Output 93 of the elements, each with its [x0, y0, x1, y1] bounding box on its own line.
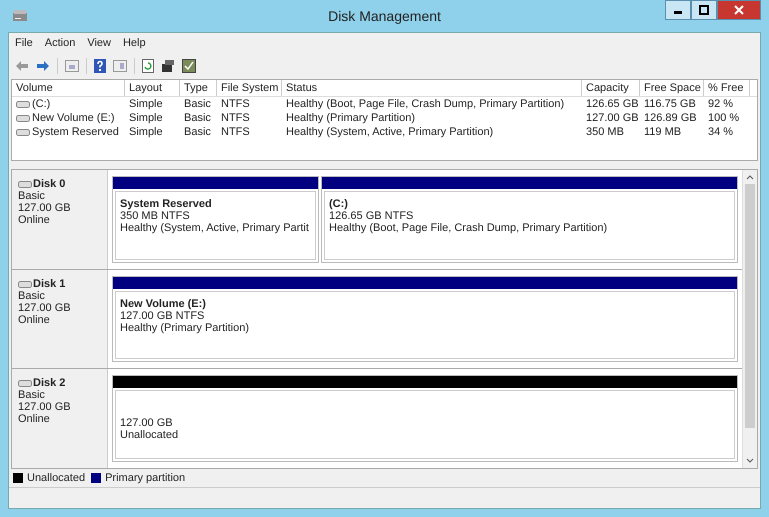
scrollbar[interactable] [742, 170, 757, 468]
column-header[interactable]: Status [282, 80, 582, 96]
table-cell: Simple [129, 126, 163, 138]
pane-icon [65, 60, 79, 72]
table-cell: Simple [129, 112, 163, 124]
table-cell: (C:) [32, 98, 50, 110]
disk-size: 127.00 GB [18, 302, 71, 314]
table-cell: NTFS [221, 112, 250, 124]
menu-item[interactable]: Action [44, 37, 76, 51]
disk-status: Online [18, 314, 50, 326]
partition-size: 350 MB NTFS [120, 210, 190, 222]
forward-button[interactable] [34, 59, 52, 73]
disk-status: Online [18, 413, 50, 426]
table-cell: 126.89 GB [644, 112, 697, 124]
disk-type: Basic [18, 389, 45, 402]
table-cell: 34 % [708, 126, 734, 138]
drive-icon [18, 280, 32, 288]
menu-item[interactable]: File [15, 37, 33, 51]
window-title: Disk Management [328, 8, 441, 24]
partition-size: 126.65 GB NTFS [329, 210, 414, 222]
table-cell: Basic [184, 98, 211, 110]
table-cell: New Volume (E:) [32, 112, 115, 124]
help-button[interactable] [92, 58, 108, 74]
column-header[interactable]: Capacity [582, 80, 640, 96]
partition-name: (C:) [329, 198, 348, 210]
refresh-button[interactable] [140, 58, 156, 74]
table-cell: Healthy (System, Active, Primary Partition) [286, 126, 494, 138]
disk-size: 127.00 GB [18, 202, 71, 214]
help-icon [94, 59, 106, 73]
disk-type: Basic [18, 290, 45, 302]
drive-icon [16, 128, 30, 136]
close-button[interactable] [717, 0, 761, 20]
drive-icon [18, 379, 32, 388]
disk-name: Disk 1 [33, 278, 66, 290]
partition-block[interactable]: (C:) 126.65 GB NTFS Healthy (Boot, Page File, Crash Dump, Primary Partition) [324, 191, 735, 260]
table-cell: 119 MB [644, 126, 682, 138]
column-header[interactable]: File System [217, 80, 282, 96]
partition-status: Healthy (System, Active, Primary Partit [120, 222, 309, 234]
column-header[interactable]: Type [180, 80, 217, 96]
drive-icon [16, 100, 30, 108]
refresh-document-icon [142, 59, 154, 73]
table-cell: 100 % [708, 112, 740, 124]
column-header[interactable]: % Free [704, 80, 750, 96]
legend-label: Primary partition [105, 472, 186, 484]
table-cell: Basic [184, 112, 211, 124]
column-header[interactable]: Layout [125, 80, 180, 96]
minimize-button[interactable] [665, 0, 691, 20]
table-cell: Simple [129, 98, 163, 110]
table-cell: System Reserved [32, 126, 119, 138]
table-cell: NTFS [221, 126, 250, 138]
partition-block[interactable]: System Reserved 350 MB NTFS Healthy (System, Active, Primary Partit [115, 191, 316, 260]
partition-size: 127.00 GB NTFS [120, 310, 204, 322]
table-cell: 126.65 GB [586, 98, 639, 110]
disk-name: Disk 0 [33, 178, 66, 190]
partition-name: System Reserved [120, 198, 212, 210]
scroll-up-icon [746, 174, 754, 180]
properties-button[interactable] [159, 58, 177, 74]
table-cell: 92 % [708, 98, 734, 110]
disk-size: 127.00 GB [18, 401, 71, 414]
partition-block[interactable]: 127.00 GB Unallocated [115, 390, 735, 460]
disk-name: Disk 2 [33, 377, 66, 390]
scroll-down-icon [746, 458, 754, 464]
close-icon [734, 5, 744, 15]
scroll-thumb[interactable] [745, 184, 755, 428]
forward-arrow-icon [36, 60, 50, 72]
column-header[interactable]: Free Space [640, 80, 704, 96]
pane-icon [113, 60, 127, 72]
disk-status: Online [18, 214, 50, 226]
table-cell: 350 MB [586, 126, 624, 138]
disk-drive-icon [12, 9, 28, 23]
table-cell: 127.00 GB [586, 112, 639, 124]
column-header[interactable]: Volume [12, 80, 125, 96]
table-cell: Healthy (Boot, Page File, Crash Dump, Primary Partition) [286, 98, 564, 110]
settings-button[interactable] [180, 58, 198, 74]
table-cell: Healthy (Primary Partition) [286, 112, 415, 124]
partition-status: Healthy (Boot, Page File, Crash Dump, Primary Partition) [329, 222, 608, 234]
back-arrow-icon [15, 60, 29, 72]
drive-icon [16, 114, 30, 122]
partition-size: 127.00 GB [120, 417, 173, 430]
partition-status: Unallocated [120, 429, 178, 442]
maximize-icon [699, 5, 709, 15]
legend-label: Unallocated [27, 472, 86, 484]
maximize-button[interactable] [691, 0, 717, 20]
partition-name: New Volume (E:) [120, 298, 206, 310]
partition-block[interactable]: New Volume (E:) 127.00 GB NTFS Healthy (Primary Partition) [115, 290, 735, 360]
table-cell: Basic [184, 126, 211, 138]
partition-status: Healthy (Primary Partition) [120, 322, 249, 334]
drive-icon [18, 180, 32, 188]
table-cell: 116.75 GB [644, 98, 696, 110]
disk-type: Basic [18, 190, 45, 202]
table-cell: NTFS [221, 98, 250, 110]
menu-item[interactable]: Help [122, 37, 146, 51]
menu-item[interactable]: View [87, 37, 111, 51]
